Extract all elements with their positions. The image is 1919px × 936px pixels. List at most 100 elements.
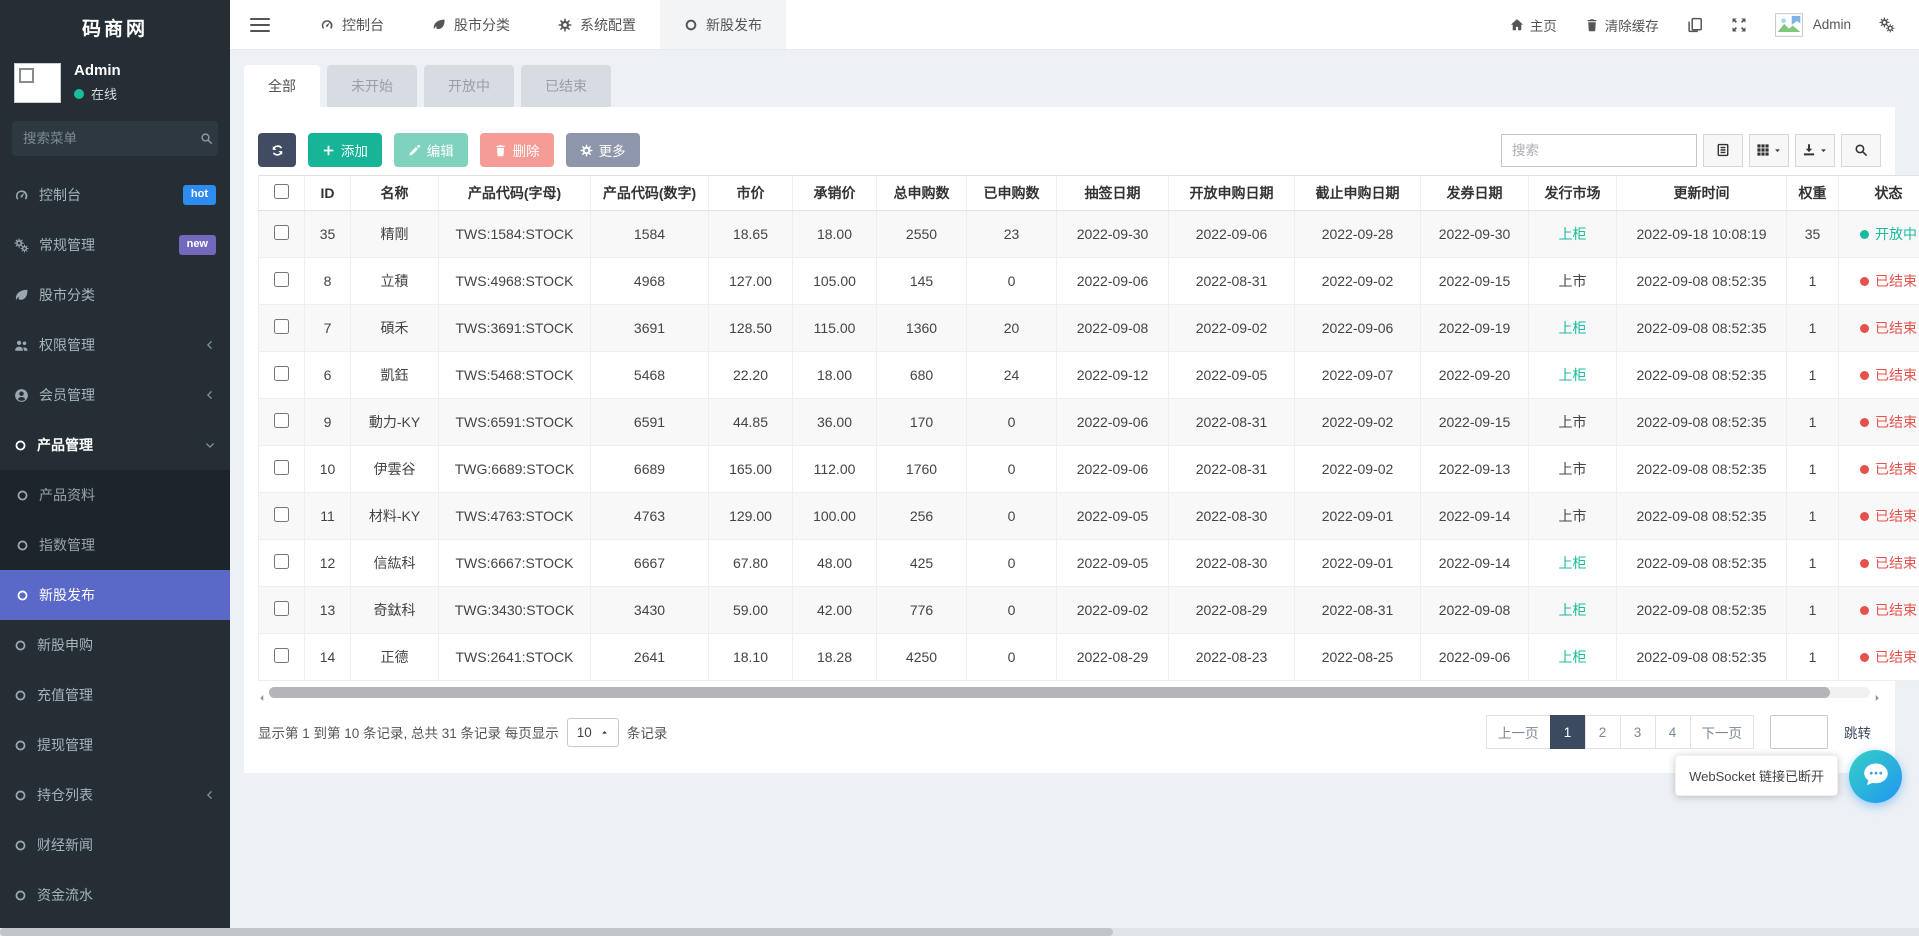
window-hscrollbar[interactable] [0,928,1919,936]
window-hscrollbar-thumb[interactable] [0,928,1113,936]
cell-issue_date: 2022-09-19 [1421,305,1529,352]
angle-down-icon [204,439,216,451]
cell-status: 已结束 [1839,352,1919,399]
brand[interactable]: 码商网 [0,0,230,54]
topbar-tab-0[interactable]: 控制台 [296,0,408,49]
sidebar-item-2[interactable]: 股市分类 [0,270,230,320]
search-icon[interactable] [200,132,213,145]
market-link[interactable]: 上柜 [1559,649,1587,665]
cell-market: 上市 [1529,493,1617,540]
chat-button[interactable] [1849,750,1902,803]
scroll-left-icon[interactable] [258,689,266,697]
sidebar-subitem-5-0[interactable]: 产品资料 [0,470,230,520]
row-checkbox[interactable] [274,460,289,475]
sidebar-subitem-5-1[interactable]: 指数管理 [0,520,230,570]
table-search-button[interactable] [1841,134,1881,167]
sidebar-item-11[interactable]: 资金流水 [0,870,230,920]
sidebar-item-0[interactable]: 控制台hot [0,170,230,220]
jump-button[interactable]: 跳转 [1834,722,1881,742]
filter-tab-3[interactable]: 已结束 [521,65,611,107]
cell-underwrite: 112.00 [793,446,877,493]
sidebar-subitem-label: 指数管理 [39,535,95,555]
sidebar-item-9[interactable]: 持仓列表 [0,770,230,820]
market-link[interactable]: 上柜 [1559,602,1587,618]
scroll-right-icon[interactable] [1873,689,1881,697]
pagination-controls: 上一页1234下一页 跳转 [1487,715,1881,749]
sidebar-search-input[interactable] [23,131,200,146]
topbar-username: Admin [1813,17,1851,32]
page-button-4[interactable]: 4 [1655,715,1691,749]
cell-status: 开放中 [1839,211,1919,258]
filter-tab-1[interactable]: 未开始 [327,65,417,107]
sidebar-subitem-5-2[interactable]: 新股发布 [0,570,230,620]
delete-button[interactable]: 删除 [480,133,554,167]
status-badge: 已结束 [1860,555,1917,571]
columns-icon [1756,143,1770,157]
cell-updated: 2022-09-08 08:52:35 [1617,258,1787,305]
edit-button[interactable]: 编辑 [394,133,468,167]
user-menu[interactable]: Admin [1775,13,1851,37]
detail-view-button[interactable] [1703,134,1743,167]
topbar-tab-1[interactable]: 股市分类 [408,0,534,49]
filter-tabs: 全部未开始开放中已结束 [244,65,1895,107]
sidebar-item-1[interactable]: 常规管理new [0,220,230,270]
page-button-3[interactable]: 3 [1620,715,1656,749]
page-button-2[interactable]: 2 [1585,715,1621,749]
page-size-dropdown[interactable]: 10 [567,718,619,747]
refresh-button[interactable] [258,133,296,167]
table-search-input[interactable] [1501,134,1697,167]
columns-button[interactable] [1749,134,1789,167]
sidebar-item-6[interactable]: 新股申购 [0,620,230,670]
home-link-label: 主页 [1530,15,1557,35]
row-checkbox[interactable] [274,413,289,428]
clear-cache-link[interactable]: 清除缓存 [1585,15,1659,35]
add-button[interactable]: 添加 [308,133,382,167]
plus-icon [322,144,335,157]
sidebar-item-7[interactable]: 充值管理 [0,670,230,720]
filter-tab-2[interactable]: 开放中 [424,65,514,107]
market-link[interactable]: 上柜 [1559,367,1587,383]
cell-weight: 35 [1787,211,1839,258]
sidebar-item-5[interactable]: 产品管理 [0,420,230,470]
fullscreen-button[interactable] [1731,17,1747,33]
scrollbar-track[interactable] [269,687,1870,698]
sidebar-item-label: 产品管理 [37,435,93,455]
cell-code_num: 4763 [591,493,709,540]
next-page-button[interactable]: 下一页 [1690,715,1755,749]
row-checkbox[interactable] [274,601,289,616]
home-link[interactable]: 主页 [1510,15,1557,35]
sidebar-item-10[interactable]: 财经新闻 [0,820,230,870]
topbar-tab-2[interactable]: 系统配置 [534,0,660,49]
page-button-1[interactable]: 1 [1550,715,1586,749]
export-button[interactable] [1795,134,1835,167]
row-checkbox[interactable] [274,554,289,569]
column-header-code_num: 产品代码(数字) [591,176,709,211]
table-row: 13奇鈦科TWG:3430:STOCK343059.0042.007760202… [259,587,1919,634]
market-link[interactable]: 上柜 [1559,555,1587,571]
sidebar-item-8[interactable]: 提现管理 [0,720,230,770]
row-checkbox[interactable] [274,507,289,522]
row-checkbox[interactable] [274,319,289,334]
scrollbar-thumb[interactable] [269,687,1830,698]
settings-gear-icon[interactable] [1879,17,1895,33]
market-link[interactable]: 上柜 [1559,320,1587,336]
row-checkbox[interactable] [274,225,289,240]
topbar-tab-3[interactable]: 新股发布 [660,0,786,49]
jump-page-input[interactable] [1770,715,1828,749]
pagination: 上一页1234下一页 [1487,715,1754,749]
cell-close_date: 2022-09-28 [1295,211,1421,258]
select-all-checkbox[interactable] [274,184,289,199]
sidebar-item-4[interactable]: 会员管理 [0,370,230,420]
row-checkbox[interactable] [274,648,289,663]
prev-page-button[interactable]: 上一页 [1486,715,1551,749]
filter-tab-0[interactable]: 全部 [244,65,320,107]
row-checkbox[interactable] [274,366,289,381]
status-badge: 已结束 [1860,461,1917,477]
sidebar-item-3[interactable]: 权限管理 [0,320,230,370]
menu-toggle-icon[interactable] [250,18,270,32]
pages-button[interactable] [1687,17,1703,33]
circle-icon [14,439,27,452]
market-link[interactable]: 上柜 [1559,226,1587,242]
more-button[interactable]: 更多 [566,133,640,167]
row-checkbox[interactable] [274,272,289,287]
